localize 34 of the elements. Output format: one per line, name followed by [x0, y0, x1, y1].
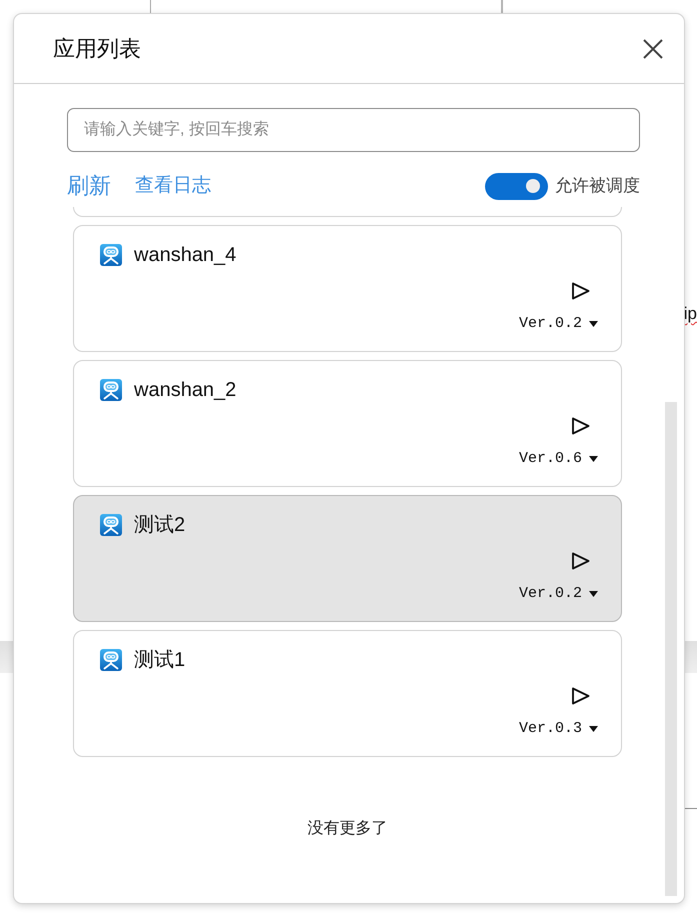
- version-select[interactable]: Ver.0.6: [518, 449, 598, 469]
- close-icon[interactable]: [643, 38, 663, 58]
- background-text: ip: [684, 303, 697, 325]
- scrollbar-thumb[interactable]: [665, 402, 677, 896]
- app-card[interactable]: 测试1 Ver.0.3: [73, 630, 622, 757]
- caret-icon: [589, 591, 598, 597]
- robot-icon: [100, 649, 122, 671]
- app-name: wanshan_2: [134, 378, 236, 402]
- play-icon[interactable]: [571, 552, 590, 570]
- version-select[interactable]: Ver.0.2: [518, 314, 598, 334]
- caret-icon: [589, 456, 598, 462]
- app-card[interactable]: 测试2 Ver.0.2: [73, 495, 622, 622]
- background-bar: [684, 641, 697, 673]
- robot-icon: [100, 514, 122, 536]
- toggle-switch[interactable]: [485, 172, 548, 200]
- robot-icon: [100, 244, 122, 266]
- robot-icon: [100, 379, 122, 401]
- dialog-title: 应用列表: [53, 34, 141, 62]
- version-select[interactable]: Ver.0.2: [518, 584, 598, 604]
- search-field[interactable]: 请输入关键字, 按回车搜索: [67, 108, 640, 152]
- caret-icon: [589, 321, 598, 327]
- play-icon[interactable]: [571, 417, 590, 435]
- play-icon[interactable]: [571, 687, 590, 705]
- version-select[interactable]: Ver.0.3: [518, 719, 598, 739]
- toggle-label: 允许被调度: [555, 175, 640, 197]
- play-icon[interactable]: [571, 282, 590, 300]
- app-card[interactable]: wanshan_4 Ver.0.2: [73, 225, 622, 352]
- app-name: wanshan_4: [134, 243, 236, 267]
- app-name: 测试1: [134, 648, 186, 672]
- list-end-text: 没有更多了: [308, 820, 388, 837]
- caret-icon: [589, 726, 598, 732]
- app-card[interactable]: wanshan_2 Ver.0.6: [73, 360, 622, 487]
- app-name: 测试2: [134, 513, 186, 537]
- background-bar: [0, 641, 14, 673]
